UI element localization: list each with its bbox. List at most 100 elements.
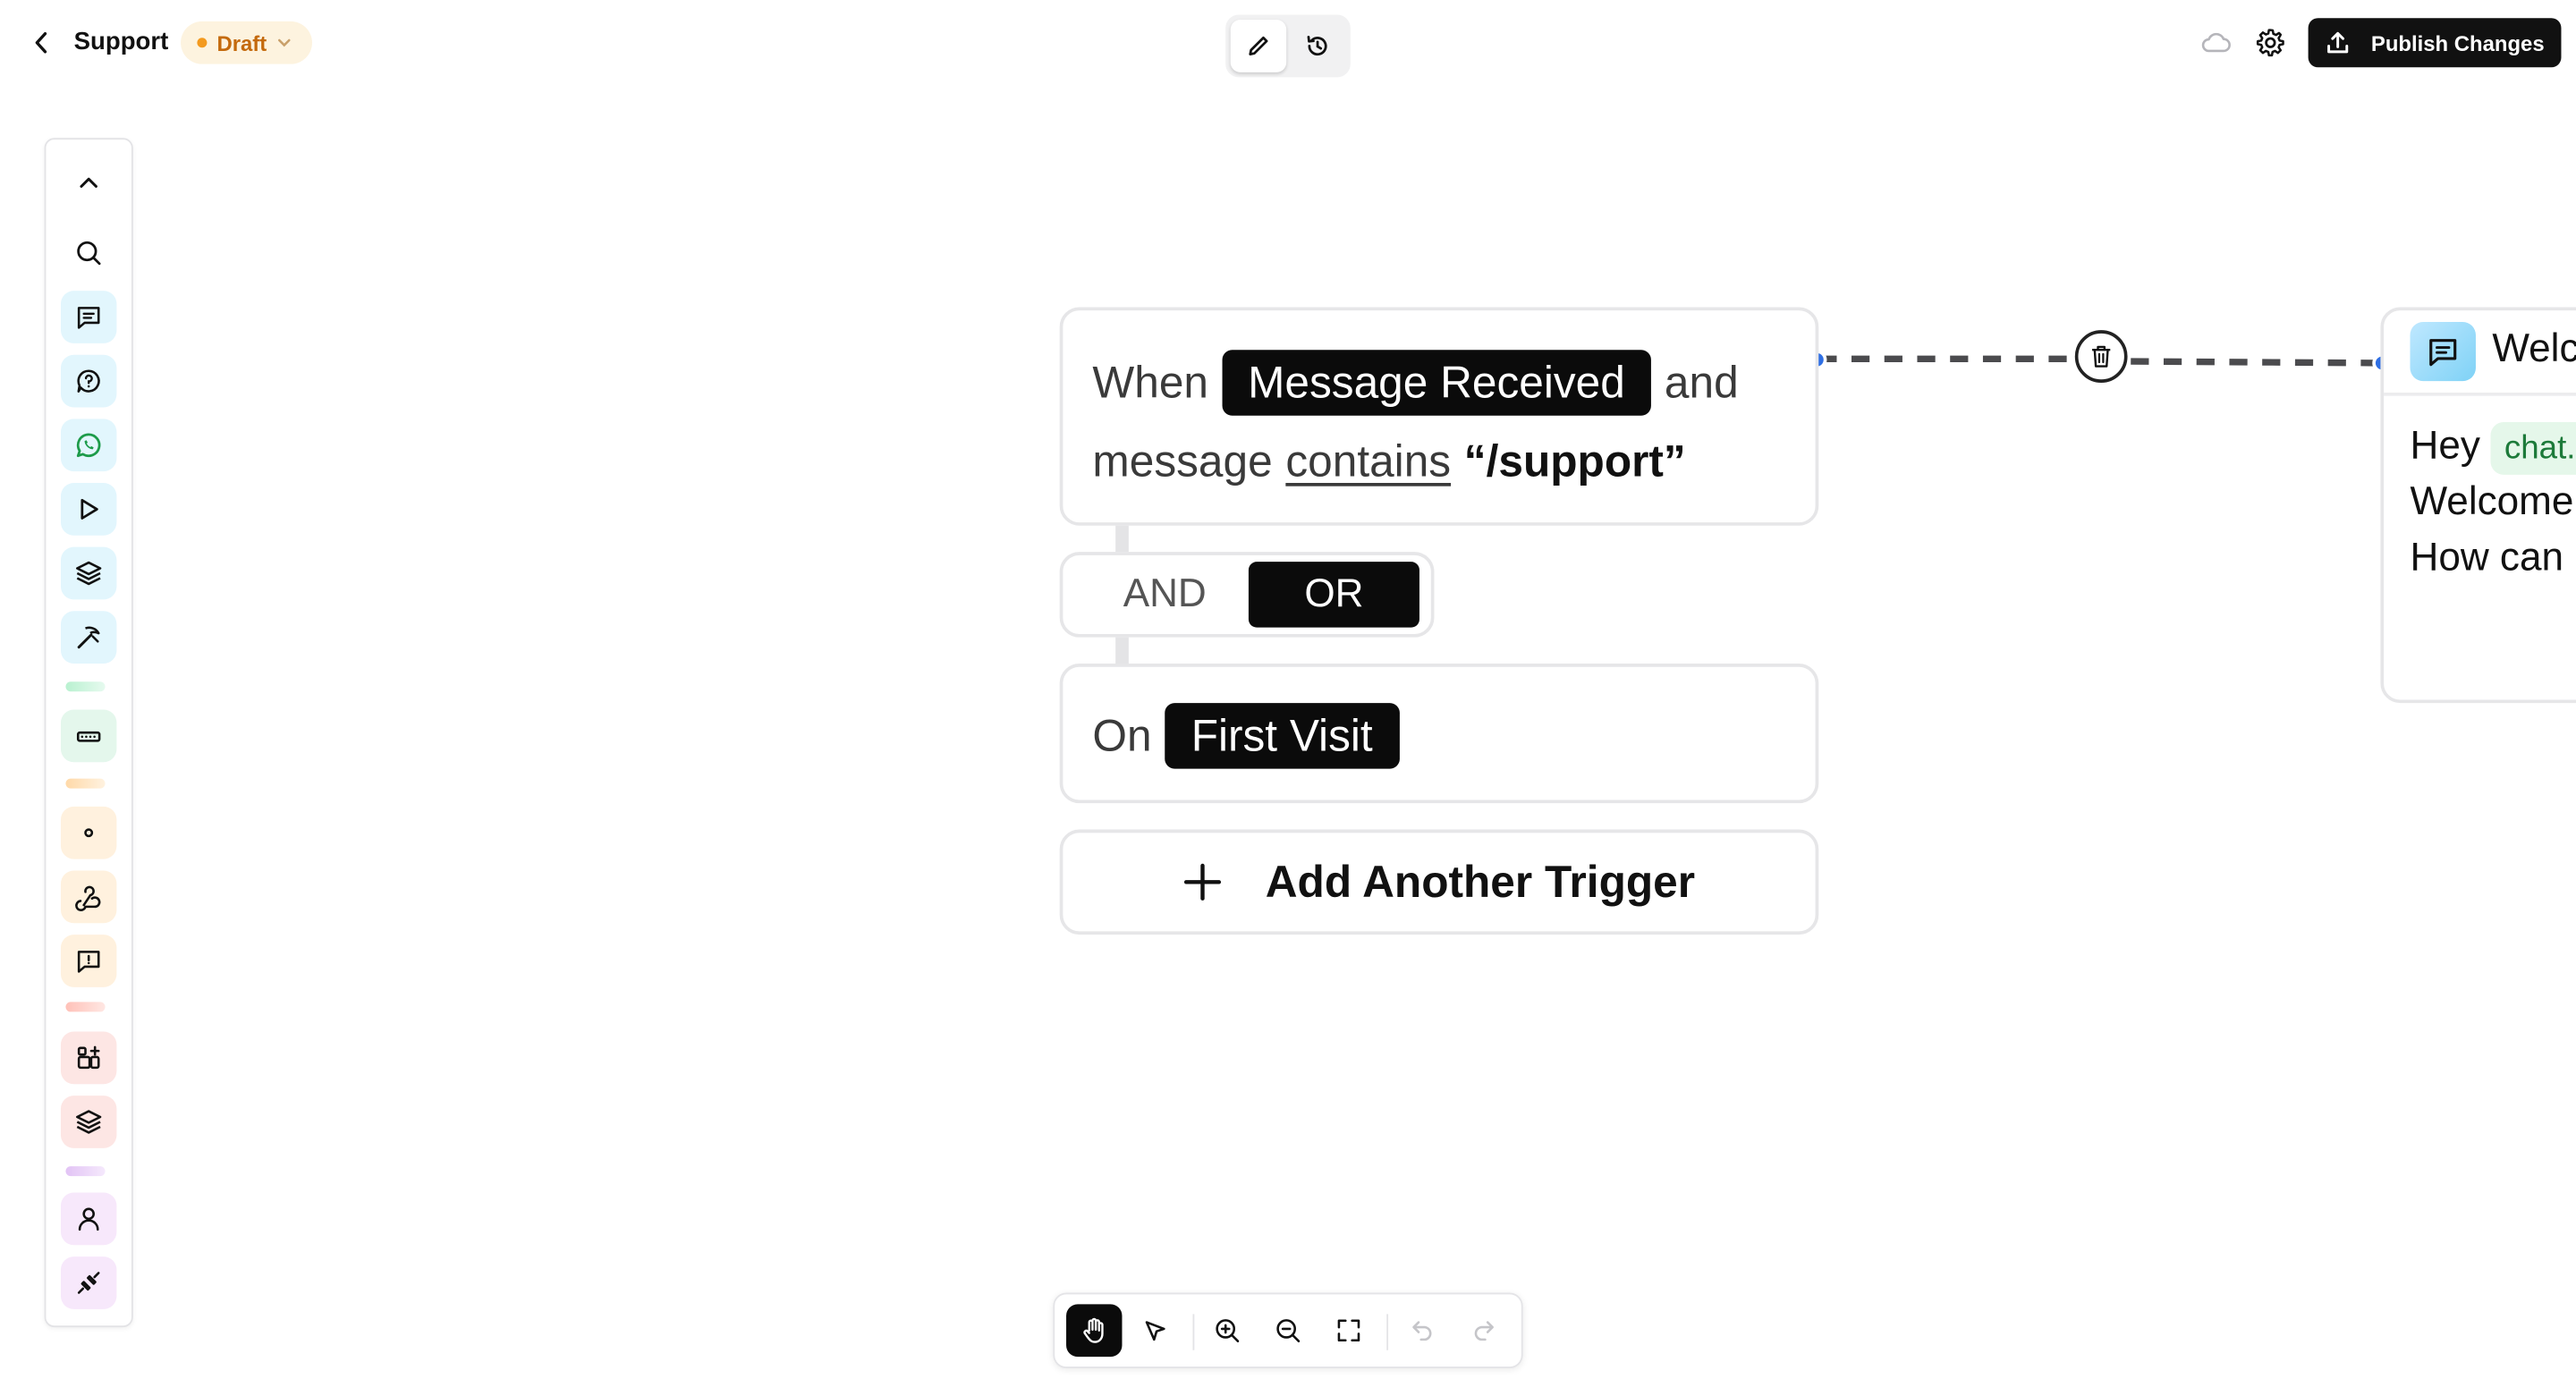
status-dropdown[interactable]: Draft [181, 21, 313, 64]
apps-add-icon [77, 1045, 100, 1070]
tool-whatsapp[interactable] [60, 419, 117, 472]
status-dot [197, 38, 208, 48]
zoom-in-button[interactable] [1199, 1304, 1255, 1357]
add-trigger-button[interactable]: Add Another Trigger [1059, 829, 1819, 935]
group-divider [65, 1002, 106, 1012]
webhook-icon [75, 885, 101, 911]
logic-and-option[interactable]: AND [1086, 562, 1243, 627]
message-node-body: Hey chat. Welcome How can [2410, 419, 2576, 586]
publish-changes-button[interactable]: Publish Changes [2308, 18, 2562, 68]
undo-icon [1412, 1321, 1432, 1341]
help-bubble-icon [77, 369, 100, 393]
redo-button[interactable] [1455, 1304, 1511, 1357]
plus-icon [1184, 863, 1222, 901]
layers-icon [76, 561, 102, 586]
add-trigger-label: Add Another Trigger [1265, 856, 1696, 906]
group-divider [65, 681, 106, 692]
logic-operator-toggle: AND OR [1059, 552, 1435, 638]
fit-view-button[interactable] [1321, 1304, 1377, 1357]
tool-user[interactable] [60, 1192, 117, 1246]
chevron-down-icon [278, 38, 292, 47]
connector-stem [1115, 637, 1129, 664]
select-tool-button[interactable] [1127, 1304, 1182, 1357]
tool-apps[interactable] [60, 1031, 117, 1085]
trigger-card-message-received[interactable]: When Message Received and message contai… [1059, 307, 1819, 526]
status-label: Draft [216, 30, 267, 55]
undo-button[interactable] [1394, 1304, 1450, 1357]
redo-icon [1474, 1321, 1494, 1341]
tool-dot[interactable] [60, 806, 117, 859]
message-greeting: Hey [2410, 423, 2480, 469]
canvas-toolbar [1053, 1292, 1523, 1368]
tool-feedback[interactable] [60, 935, 117, 987]
tool-message[interactable] [60, 291, 117, 343]
history-mode-button[interactable] [1290, 20, 1345, 72]
history-icon [1307, 35, 1327, 56]
settings-button[interactable] [2254, 26, 2287, 59]
tool-stack[interactable] [60, 1096, 117, 1148]
wand-icon [77, 626, 100, 649]
tool-question[interactable] [60, 354, 117, 408]
toolbar-separator [1192, 1314, 1195, 1350]
pan-tool-button[interactable] [1066, 1304, 1123, 1358]
zoom-out-button[interactable] [1260, 1304, 1316, 1357]
group-divider [65, 1166, 106, 1177]
publish-label: Publish Changes [2370, 30, 2545, 55]
trigger-and-label: and [1664, 357, 1739, 407]
tool-keyboard[interactable] [60, 709, 117, 763]
variable-chip[interactable]: chat. [2491, 421, 2576, 475]
logic-or-option[interactable]: OR [1248, 562, 1419, 628]
trigger-card-first-visit[interactable]: On First Visit [1059, 664, 1819, 804]
message-square-icon [77, 307, 100, 329]
user-icon [78, 1207, 99, 1231]
edit-mode-button[interactable] [1230, 20, 1287, 72]
condition-subject: message [1092, 436, 1273, 486]
trash-icon [2092, 345, 2111, 368]
delete-connection-button[interactable] [2074, 330, 2128, 383]
plug-icon [77, 1272, 100, 1294]
mode-switch [1225, 14, 1351, 78]
tool-plug[interactable] [60, 1256, 117, 1309]
chevron-left-icon [35, 31, 47, 54]
hand-icon [1083, 1317, 1104, 1343]
message-line: How can [2410, 535, 2563, 580]
message-node-title: Welc [2492, 326, 2576, 372]
node-palette [44, 138, 133, 1328]
pencil-icon [1249, 36, 1268, 55]
layers-icon [76, 1110, 102, 1134]
tool-layers[interactable] [60, 546, 117, 600]
message-square-icon [2410, 322, 2476, 382]
condition-operator[interactable]: contains [1285, 436, 1451, 487]
flow-title: Support [73, 28, 169, 56]
message-node-card[interactable]: Welc Hey chat. Welcome How can [2380, 307, 2576, 704]
cloud-icon [2199, 28, 2233, 57]
gear-icon [2256, 29, 2284, 57]
group-divider [65, 778, 106, 789]
search-icon [77, 241, 101, 266]
zoom-in-icon [1216, 1319, 1240, 1342]
connector-stem [1115, 525, 1129, 553]
cursor-icon [1145, 1321, 1165, 1341]
whatsapp-icon [76, 433, 101, 458]
upload-icon [2327, 31, 2349, 54]
trigger-on-label: On [1092, 710, 1152, 760]
trigger-event-pill[interactable]: First Visit [1165, 703, 1400, 769]
condition-value[interactable]: “/support” [1464, 436, 1686, 487]
message-line: Welcome [2410, 479, 2574, 524]
message-node-header: Welc [2384, 310, 2576, 396]
search-nodes-button[interactable] [61, 226, 116, 279]
chevron-up-icon [80, 177, 97, 188]
dot-icon [84, 828, 94, 838]
back-button[interactable] [26, 26, 55, 59]
play-icon [80, 498, 98, 520]
keyboard-icon [76, 731, 101, 742]
toolbar-separator [1386, 1314, 1389, 1350]
collapse-palette-button[interactable] [61, 156, 116, 208]
fullscreen-icon [1337, 1319, 1360, 1342]
tool-play[interactable] [60, 483, 117, 536]
trigger-event-pill[interactable]: Message Received [1221, 350, 1652, 416]
zoom-out-icon [1276, 1319, 1301, 1342]
tool-wand[interactable] [60, 611, 117, 664]
tool-webhook[interactable] [60, 870, 117, 924]
message-alert-icon [77, 951, 100, 973]
